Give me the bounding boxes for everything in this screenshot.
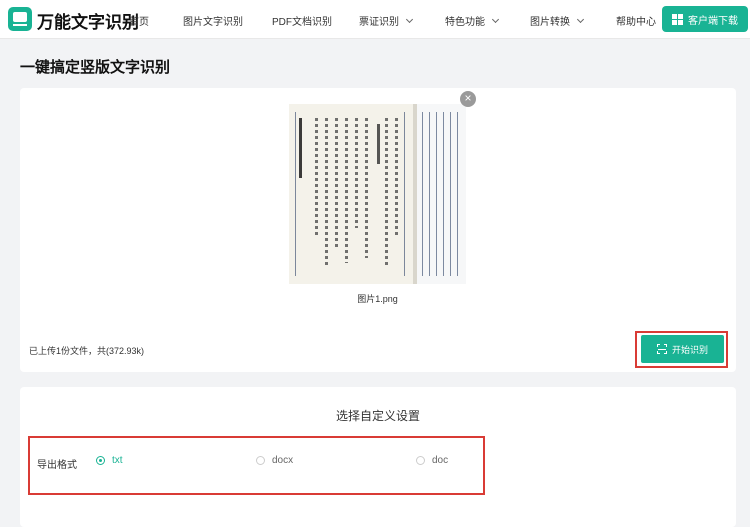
export-format-label: 导出格式 (37, 460, 77, 471)
page-title: 一键搞定竖版文字识别 (20, 59, 171, 76)
client-download-button[interactable]: 客户端下载 (662, 6, 748, 32)
app-logo-icon[interactable] (8, 7, 32, 31)
uploaded-image-thumbnail (289, 104, 466, 284)
top-header: 万能文字识别 首页 图片文字识别 PDF文档识别 票证识别 特色功能 图片转换 … (0, 0, 750, 39)
nav-features[interactable]: 特色功能 (445, 13, 500, 28)
nav-image-convert[interactable]: 图片转换 (530, 13, 585, 28)
chevron-down-icon (491, 15, 500, 23)
nav-pdf-ocr[interactable]: PDF文档识别 (272, 13, 332, 28)
chevron-down-icon (576, 15, 585, 23)
radio-icon (416, 456, 425, 465)
upload-summary: 已上传1份文件，共(372.93k) (29, 346, 145, 356)
format-option-docx[interactable]: docx (256, 455, 293, 466)
file-name: 图片1.png (357, 294, 398, 304)
nav-help[interactable]: 帮助中心 (616, 13, 656, 28)
upload-panel: × 图片1.png 已上传1份文件，共(372.93k) 开始识别 (20, 88, 736, 372)
remove-file-icon[interactable]: × (460, 91, 476, 107)
nav-home[interactable]: 首页 (129, 13, 149, 28)
radio-icon (256, 456, 265, 465)
highlight-box-start (635, 331, 728, 368)
radio-selected-icon (96, 456, 105, 465)
brand-name[interactable]: 万能文字识别 (37, 8, 139, 33)
format-option-doc[interactable]: doc (416, 455, 448, 466)
nav-ticket-ocr[interactable]: 票证识别 (359, 13, 414, 28)
format-option-txt[interactable]: txt (96, 455, 123, 466)
windows-icon (672, 13, 683, 25)
settings-title: 选择自定义设置 (335, 409, 420, 423)
chevron-down-icon (405, 15, 414, 23)
nav-image-ocr[interactable]: 图片文字识别 (183, 13, 243, 28)
